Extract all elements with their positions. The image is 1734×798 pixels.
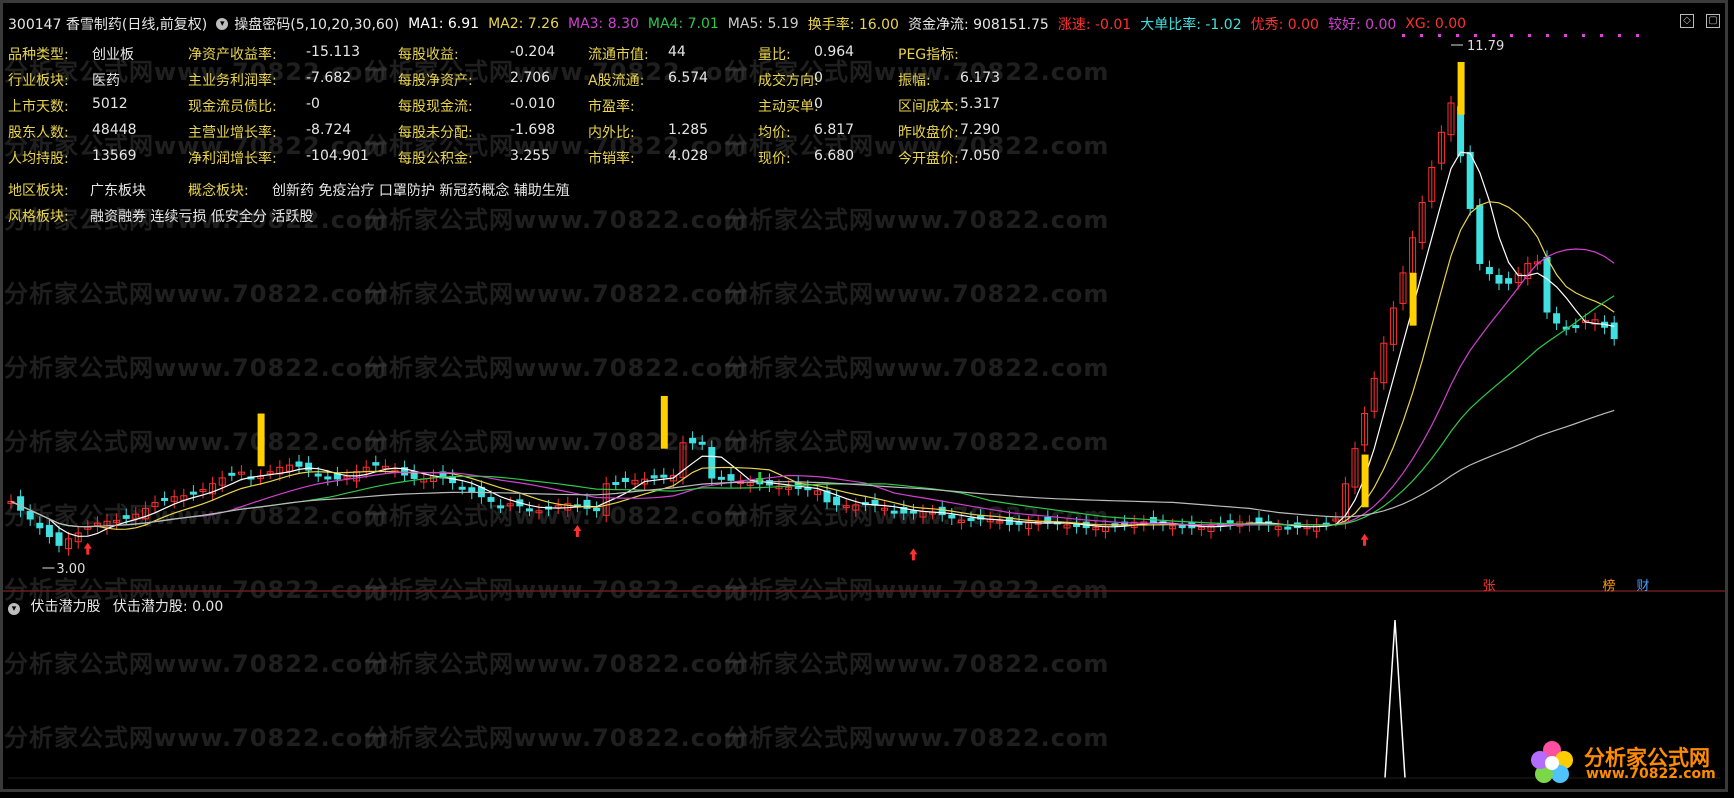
sub-settings-icon[interactable]: ▾ [8,603,20,615]
candle-body [468,487,476,493]
candle-body [314,473,322,477]
chart-window: 分析家公式网www.70822.com 分析家公式网www.70822.com 分析… [0,0,1734,798]
candle-body [324,476,332,480]
candle-body [26,510,34,520]
candle-body [1553,313,1561,324]
candle-body [1476,205,1484,264]
signal-bar [1457,61,1465,115]
candle-body [967,518,975,522]
candle-body [909,510,917,514]
signal-spike [1384,619,1406,779]
candle-body [660,474,668,478]
candle-body [1226,520,1234,524]
candle-body [122,515,130,519]
candle-body [305,462,313,471]
signal-dot [1546,34,1549,37]
candle-body [55,532,63,546]
buy-arrow-icon [909,548,918,561]
ma5-line [10,409,1615,528]
signal-dot [1420,34,1423,37]
candle-body [650,475,658,479]
candle-body [228,472,236,476]
candle-body [593,507,601,512]
candle-body [1284,526,1292,530]
candle-body [497,505,505,509]
sub-indicator-header: ▾ 伏击潜力股 伏击潜力股: 0.00 [8,596,223,616]
candle-body [525,508,533,512]
candle-body [698,441,706,445]
candle-body [1610,322,1618,340]
signal-dot [1474,34,1477,37]
candle-body [1178,525,1186,529]
sub-indicator-name[interactable]: 伏击潜力股 [30,599,100,615]
candle-body [36,522,44,529]
signal-dot [1402,34,1405,37]
signal-bar [660,395,668,449]
candle-body [717,476,725,480]
candle-body [458,486,466,490]
candle-body [727,474,735,481]
candle-body [689,437,697,444]
signal-dot [1528,34,1531,37]
logo-url: www.70822.com [1586,766,1716,782]
candle-body [372,462,380,466]
signal-dot [1492,34,1495,37]
candle-body [161,497,169,501]
flower-logo-icon [1531,741,1573,783]
candle-body [487,497,495,502]
candle-body [45,524,53,538]
signal-dot [1600,34,1603,37]
signal-dot [1618,34,1621,37]
signal-dot [1456,34,1459,37]
candle-body [708,447,716,479]
buy-arrow-icon [573,524,582,537]
signal-dot [1636,34,1639,37]
site-logo: 分析家公式网 www.70822.com [1524,736,1720,788]
candle-body [612,482,620,486]
candle-body [1495,274,1503,284]
sub-indicator-value: 伏击潜力股: 0.00 [112,599,224,615]
candle-body [890,510,898,514]
signal-dot [1582,34,1585,37]
tag-zhang[interactable]: 张 [1480,578,1498,595]
candle-body [948,514,956,519]
tag-cai[interactable]: 财 [1634,578,1652,595]
candle-body [621,477,629,482]
signal-dot [1510,34,1513,37]
candle-body [1505,278,1513,284]
signal-bar [1409,272,1417,326]
low-label: 3.00 [56,562,85,577]
candle-body [1466,151,1474,209]
high-label: 11.79 [1467,39,1504,54]
candle-body [1485,267,1493,275]
candle-body [1543,256,1551,313]
candle-body [833,496,841,506]
signal-bar [1361,454,1369,508]
signal-dot [1564,34,1567,37]
candle-body [17,496,25,511]
signal-bar [257,413,265,467]
signal-dot [1438,34,1441,37]
candle-body [295,461,303,467]
candle-body [189,491,197,495]
candlestick-chart[interactable]: 11.79 3.00 [0,0,1734,798]
tag-bang[interactable]: 榜 [1600,578,1618,595]
buy-arrow-icon [1360,533,1369,546]
candle-body [1572,325,1580,329]
buy-arrow-icon [83,542,92,555]
